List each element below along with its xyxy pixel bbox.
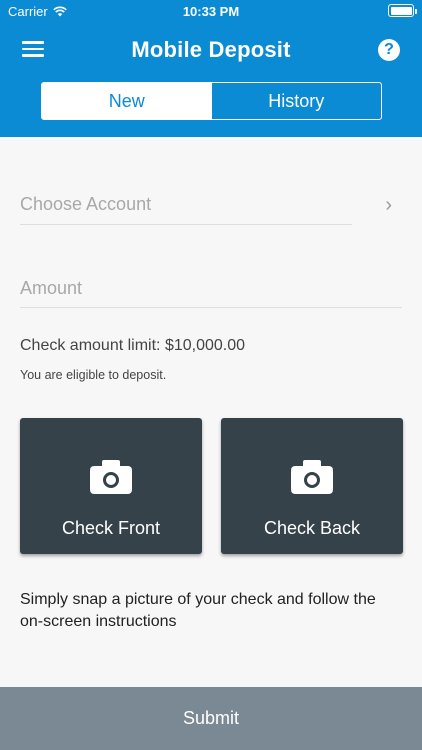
account-divider: [20, 224, 352, 225]
status-bar: Carrier 10:33 PM: [0, 0, 422, 22]
check-back-button[interactable]: Check Back: [221, 418, 403, 554]
status-time: 10:33 PM: [182, 4, 240, 19]
eligibility-text: You are eligible to deposit.: [20, 368, 167, 382]
battery-icon: [388, 4, 417, 17]
tab-history[interactable]: History: [212, 83, 382, 119]
app-header: Carrier 10:33 PM Mobile Deposit ? New Hi…: [0, 0, 422, 137]
choose-account-field[interactable]: Choose Account: [20, 194, 151, 215]
instructions-text: Simply snap a picture of your check and …: [20, 591, 376, 630]
help-icon[interactable]: ?: [378, 39, 400, 61]
deposit-tabs: New History: [41, 82, 382, 120]
amount-divider: [20, 307, 402, 308]
check-front-button[interactable]: Check Front: [20, 418, 202, 554]
page-title: Mobile Deposit: [131, 37, 291, 62]
check-back-label: Check Back: [263, 518, 361, 538]
camera-icon: [90, 460, 132, 494]
check-limit-text: Check amount limit: $10,000.00: [20, 337, 246, 354]
chevron-right-icon[interactable]: ›: [385, 194, 392, 217]
camera-icon: [291, 460, 333, 494]
amount-input[interactable]: Amount: [20, 278, 402, 299]
check-front-label: Check Front: [61, 518, 161, 538]
submit-button[interactable]: Submit: [0, 687, 422, 750]
tab-new[interactable]: New: [42, 83, 212, 119]
